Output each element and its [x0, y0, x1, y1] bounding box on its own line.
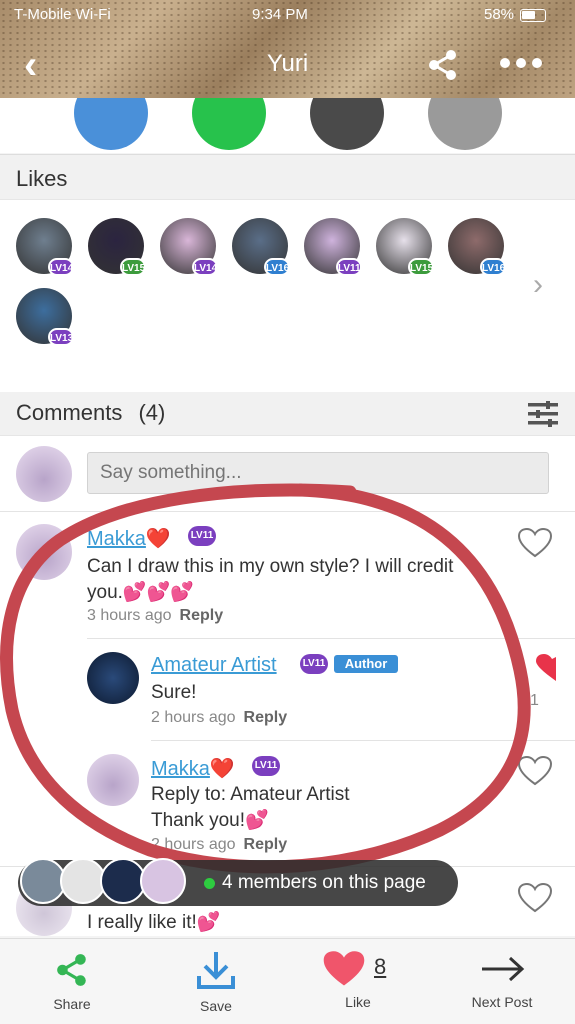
comment-text-line2: you.💕💕💕 — [87, 582, 194, 603]
like-label[interactable]: Like — [308, 994, 408, 1010]
share-options-strip — [0, 98, 575, 153]
level-badge: LV11 — [188, 526, 216, 546]
online-dot-icon — [204, 878, 215, 889]
my-avatar — [16, 446, 72, 502]
heart-outline-icon[interactable] — [518, 528, 552, 558]
share-more-icon[interactable] — [428, 98, 502, 150]
comment-meta: 2 hours ago Reply — [151, 836, 287, 854]
level-badge: LV14 — [48, 258, 74, 276]
battery-icon — [520, 9, 546, 22]
save-label[interactable]: Save — [166, 998, 266, 1014]
clock: 9:34 PM — [252, 6, 308, 23]
level-badge: LV16 — [264, 258, 290, 276]
avatar[interactable] — [16, 524, 72, 580]
page-title: Yuri — [266, 50, 309, 77]
arrow-right-icon[interactable] — [480, 954, 526, 984]
divider — [87, 638, 575, 639]
level-badge: LV15 — [120, 258, 146, 276]
author-badge: Author — [334, 655, 398, 673]
comment-input[interactable] — [87, 452, 549, 494]
like-count[interactable]: 8 — [374, 954, 386, 980]
divider — [151, 740, 575, 741]
reply-button[interactable]: Reply — [180, 607, 224, 624]
level-badge: LV11 — [336, 258, 362, 276]
heart-outline-icon[interactable] — [518, 883, 552, 913]
share-message-icon[interactable] — [74, 98, 148, 150]
level-badge: LV14 — [192, 258, 218, 276]
comment-text: Can I draw this in my own style? I will … — [87, 556, 454, 577]
avatar[interactable] — [87, 754, 139, 806]
save-download-icon[interactable] — [196, 950, 236, 990]
likes-title: Likes — [16, 166, 68, 191]
comments-label: Comments — [16, 400, 123, 425]
share-icon[interactable] — [426, 48, 460, 82]
filter-icon[interactable] — [528, 401, 558, 427]
toast-text: 4 members on this page — [222, 872, 426, 893]
likes-section-header — [0, 154, 575, 200]
reply-button[interactable]: Reply — [244, 836, 288, 853]
comment-text-line2: Thank you!💕 — [151, 810, 269, 831]
comment-username[interactable]: Makka❤️ — [87, 526, 171, 551]
chevron-right-icon[interactable]: › — [533, 268, 543, 302]
comment-meta: 3 hours ago Reply — [87, 607, 223, 625]
like-count: 1 — [530, 692, 539, 709]
avatar[interactable] — [87, 652, 139, 704]
level-badge: LV11 — [300, 654, 328, 674]
comment-text: I really like it!💕 — [87, 912, 221, 933]
comment-time: 3 hours ago — [87, 607, 172, 624]
share-label[interactable]: Share — [22, 996, 122, 1012]
comment-meta: 2 hours ago Reply — [151, 709, 287, 727]
level-badge: LV16 — [480, 258, 506, 276]
comment-text: Sure! — [151, 682, 197, 703]
share-link-icon[interactable] — [310, 98, 384, 150]
comment-username[interactable]: Makka❤️ — [151, 756, 235, 781]
level-badge: LV11 — [252, 756, 280, 776]
level-badge: LV15 — [408, 258, 434, 276]
comment-time: 2 hours ago — [151, 709, 236, 726]
heart-outline-icon[interactable] — [518, 756, 552, 786]
more-options-icon[interactable] — [500, 58, 542, 68]
battery-percent: 58% — [484, 6, 515, 23]
level-badge: LV13 — [48, 328, 74, 346]
comments-title: Comments (4) — [16, 400, 165, 426]
carrier-label: T-Mobile Wi-Fi — [14, 6, 111, 23]
heart-filled-icon[interactable] — [534, 653, 556, 683]
comment-username[interactable]: Amateur Artist — [151, 654, 277, 677]
like-heart-icon[interactable] — [322, 950, 366, 988]
share-chat-icon[interactable] — [192, 98, 266, 150]
next-post-label[interactable]: Next Post — [452, 994, 552, 1010]
reply-button[interactable]: Reply — [244, 709, 288, 726]
share-button[interactable] — [54, 952, 90, 988]
comment-text: Reply to: Amateur Artist — [151, 784, 350, 805]
comment-time: 2 hours ago — [151, 836, 236, 853]
comments-count: (4) — [138, 400, 166, 425]
avatar — [140, 858, 186, 904]
